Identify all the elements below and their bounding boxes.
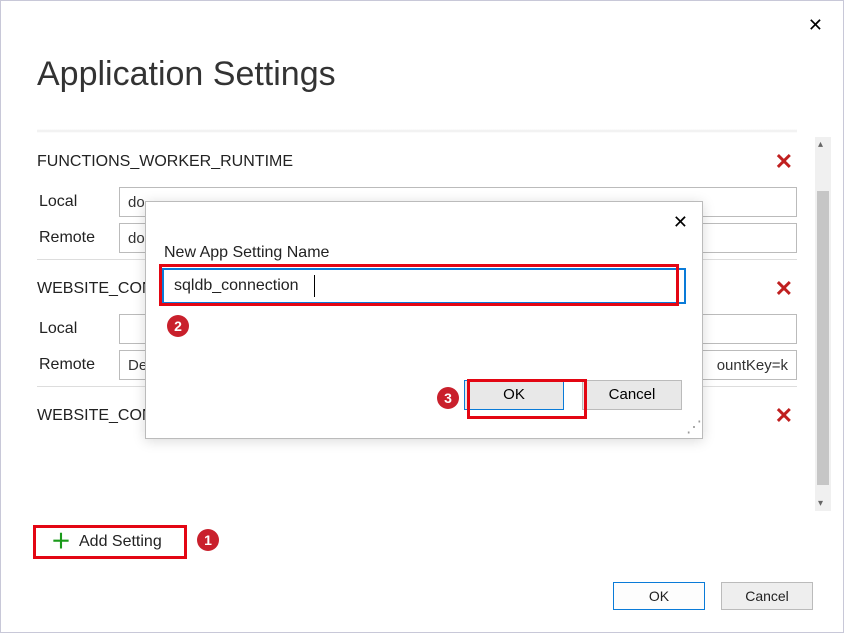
cancel-button[interactable]: Cancel [721,582,813,610]
row-label-remote: Remote [37,356,111,374]
dialog-footer: OK Cancel [613,582,813,610]
add-setting-button[interactable]: ＋ Add Setting [43,528,170,556]
modal-ok-button[interactable]: OK [464,380,564,410]
close-icon[interactable]: ✕ [808,15,823,36]
delete-icon[interactable]: ✕ [775,403,793,429]
close-icon[interactable]: ✕ [673,212,688,233]
row-label-local: Local [37,193,111,211]
delete-icon[interactable]: ✕ [775,149,793,175]
scroll-down-icon[interactable]: ▾ [818,498,823,509]
resize-grip-icon[interactable]: ⋰ [686,422,700,436]
setting-name: WEBSITE_CON [37,280,153,298]
new-setting-dialog: ✕ New App Setting Name OK Cancel ⋰ [145,201,703,439]
setting-header: FUNCTIONS_WORKER_RUNTIME ✕ [37,143,797,181]
divider [37,129,797,133]
row-label-remote: Remote [37,229,111,247]
text-cursor [314,275,315,297]
page-title: Application Settings [37,55,336,94]
add-setting-label: Add Setting [79,533,162,551]
scrollbar[interactable]: ▴ ▾ [815,137,831,511]
modal-input-wrap [162,268,686,304]
setting-name: FUNCTIONS_WORKER_RUNTIME [37,153,293,171]
modal-buttons: OK Cancel [464,380,682,410]
ok-button[interactable]: OK [613,582,705,610]
scrollbar-thumb[interactable] [817,191,829,485]
setting-name-input[interactable] [162,268,686,304]
remote-value-tail: ountKey=k [717,357,788,374]
dialog-window: ✕ Application Settings FUNCTIONS_WORKER_… [0,0,844,633]
scroll-up-icon[interactable]: ▴ [818,139,823,150]
plus-icon: ＋ [51,532,71,552]
modal-cancel-button[interactable]: Cancel [582,380,682,410]
row-label-local: Local [37,320,111,338]
annotation-callout: 1 [197,529,219,551]
delete-icon[interactable]: ✕ [775,276,793,302]
modal-label: New App Setting Name [164,244,329,262]
